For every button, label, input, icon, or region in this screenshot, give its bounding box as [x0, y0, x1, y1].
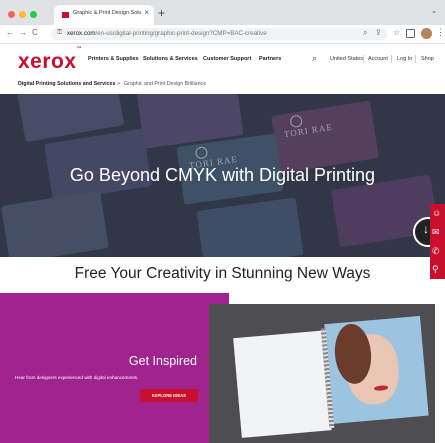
- menu-icon[interactable]: ⋮: [436, 27, 445, 38]
- divider: [415, 55, 416, 63]
- breadcrumb-current: Graphic and Print Design Brilliance: [124, 81, 207, 87]
- section-heading: Free Your Creativity in Stunning New Way…: [74, 265, 371, 282]
- promo-title: Get Inspired: [128, 354, 197, 368]
- tab-title: Graphic & Print Design Soluti: [73, 10, 141, 16]
- spiral-book: [233, 315, 429, 440]
- nav-customer-support[interactable]: Customer Support: [203, 56, 251, 62]
- xerox-favicon-icon: [62, 12, 69, 18]
- xerox-logo[interactable]: xerox™: [18, 46, 82, 74]
- chat-icon[interactable]: ☺: [432, 208, 441, 218]
- login-link[interactable]: Log In: [397, 56, 412, 62]
- breadcrumb-separator-icon: >: [117, 81, 121, 87]
- explore-ideas-button[interactable]: EXPLORE IDEAS: [140, 389, 198, 402]
- star-icon[interactable]: ☆: [393, 28, 400, 37]
- nav-partners[interactable]: Partners: [259, 56, 281, 62]
- browser-tab-strip: Graphic & Print Design Soluti × + ⌄: [0, 0, 445, 25]
- hero-banner: TORI RAE TORI RAE Go Beyond CMYK with Di…: [0, 94, 445, 257]
- book-right-page: [324, 315, 429, 424]
- shop-link[interactable]: Shop: [421, 56, 434, 62]
- back-button[interactable]: ←: [6, 28, 14, 37]
- divider: [363, 55, 364, 63]
- zoom-window-icon[interactable]: [30, 11, 37, 18]
- phone-icon[interactable]: ✆: [432, 246, 440, 257]
- lock-icon: ⚿: [57, 29, 63, 36]
- site-header: xerox™ Printers & Supplies Solutions & S…: [0, 44, 445, 76]
- tab-close-button[interactable]: ×: [144, 8, 149, 17]
- nav-solutions-services[interactable]: Solutions & Services: [143, 56, 198, 62]
- divider: [391, 55, 392, 63]
- hero-title: Go Beyond CMYK with Digital Printing: [69, 165, 376, 185]
- forward-button[interactable]: →: [19, 28, 27, 37]
- profile-avatar[interactable]: [421, 28, 432, 39]
- address-bar: ← → C ⚿ xerox.com/en-us/digital-printing…: [0, 25, 445, 44]
- share-icon[interactable]: ⇪: [375, 28, 382, 37]
- promo-panel: Get Inspired Hear from designers experie…: [0, 293, 229, 443]
- zoom-search-icon[interactable]: ⌕: [363, 28, 367, 38]
- promo-text: Hear from designers experienced with dig…: [15, 375, 139, 380]
- country-selector[interactable]: United States: [330, 56, 363, 62]
- url-text: xerox.com/en-us/digital-printing/graphic…: [67, 30, 267, 37]
- breadcrumb-parent-link[interactable]: Digital Printing Solutions and Services: [18, 81, 115, 87]
- nav-printers-supplies[interactable]: Printers & Supplies: [88, 56, 139, 62]
- search-icon[interactable]: ⌕: [312, 53, 317, 64]
- mail-icon[interactable]: ✉: [432, 227, 440, 238]
- close-window-icon[interactable]: [8, 11, 15, 18]
- tab-search-icon[interactable]: ⌄: [431, 7, 437, 15]
- breadcrumb: Digital Printing Solutions and Services …: [0, 76, 445, 95]
- extensions-icon[interactable]: [406, 29, 415, 38]
- book-left-page: [233, 330, 332, 438]
- arrow-down-icon: ↓: [423, 222, 429, 236]
- minimize-window-icon[interactable]: [19, 11, 26, 18]
- new-tab-button[interactable]: +: [158, 6, 165, 20]
- url-field[interactable]: ⚿ xerox.com/en-us/digital-printing/graph…: [51, 28, 387, 40]
- photo-book-image: [209, 304, 435, 443]
- account-link[interactable]: Account: [368, 56, 388, 62]
- browser-tab[interactable]: Graphic & Print Design Soluti ×: [54, 5, 154, 25]
- reload-button[interactable]: C: [32, 28, 38, 37]
